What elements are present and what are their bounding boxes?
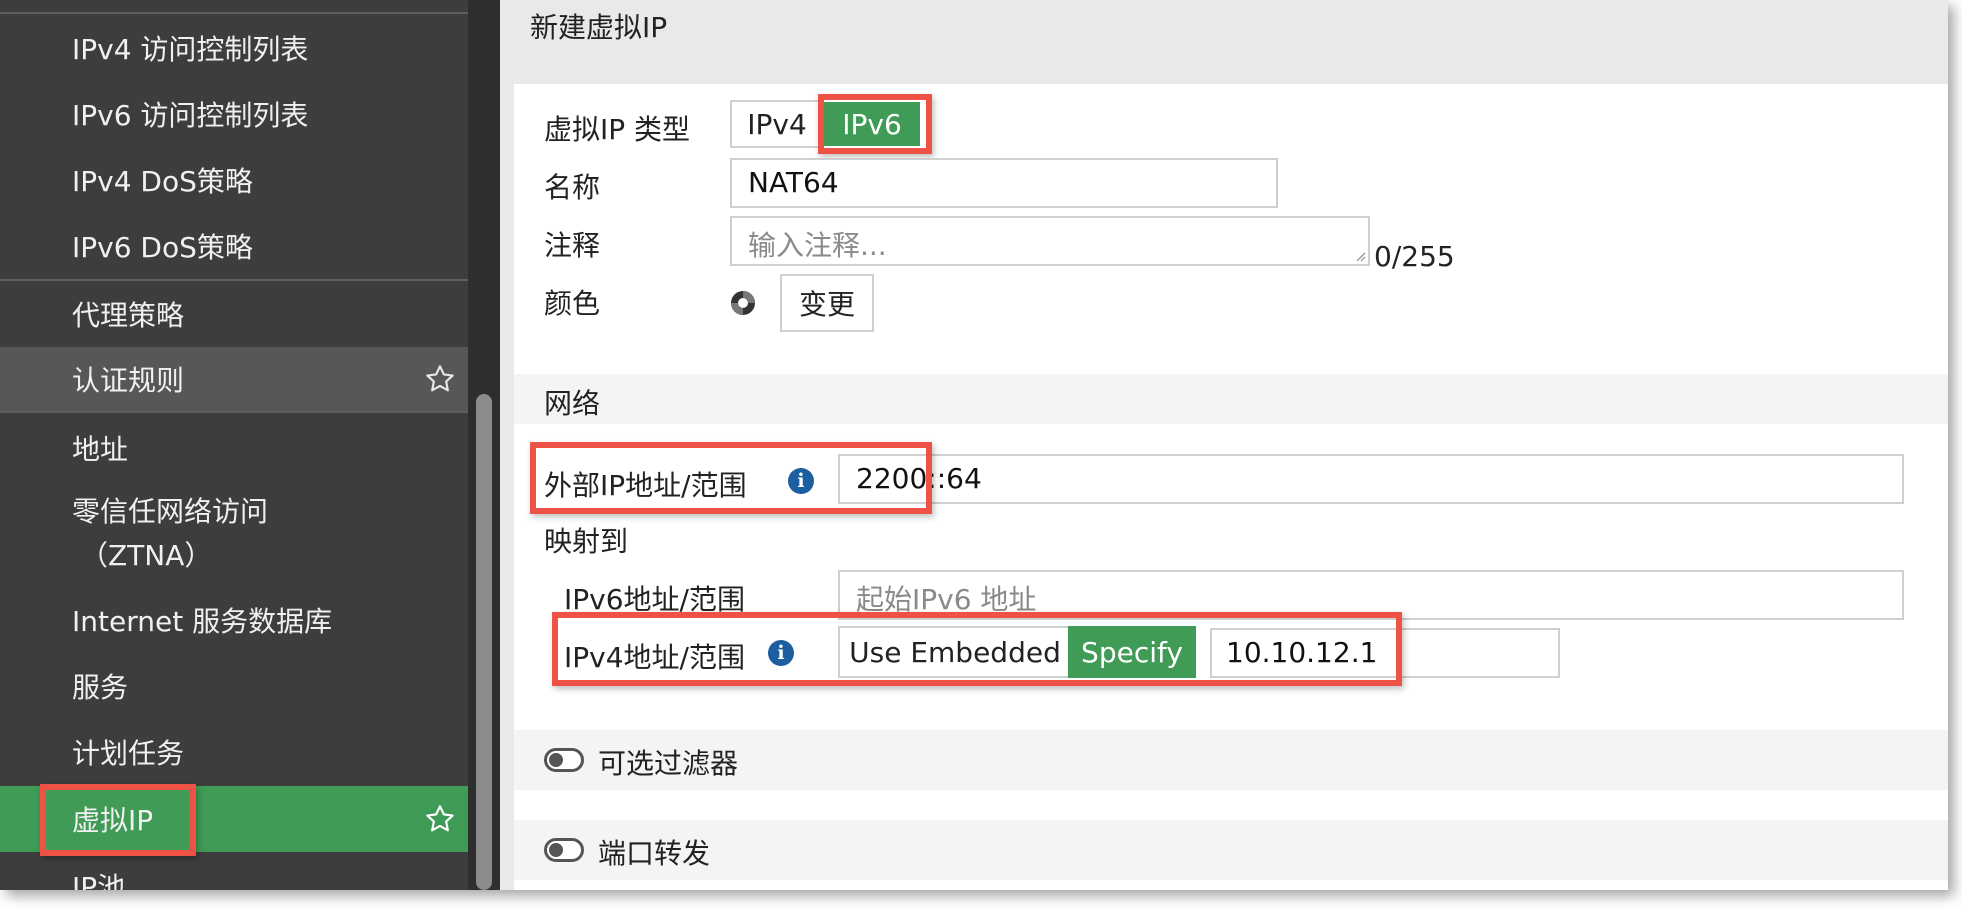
network-section-header: 网络 — [514, 374, 1948, 424]
color-label: 颜色 — [544, 287, 601, 320]
resize-handle-icon[interactable] — [1354, 250, 1366, 262]
highlight-virtual-ip — [40, 784, 196, 856]
sidebar-item-label: Internet 服务数据库 — [72, 605, 333, 638]
optional-filters-toggle[interactable] — [544, 748, 584, 772]
vip-type-ipv4-label: IPv4 — [747, 107, 807, 141]
sidebar-item-label: 服务 — [72, 671, 129, 704]
sidebar-item-internet-service-db[interactable]: Internet 服务数据库 — [0, 590, 468, 650]
form-panel: 虚拟IP 类型 IPv4 IPv6 名称 NAT64 注释 输入注释... 0/… — [514, 84, 1948, 890]
sidebar-item-label: IPv6 访问控制列表 — [72, 99, 309, 132]
sidebar-item-label: （ZTNA） — [80, 539, 213, 572]
sidebar-divider — [0, 12, 468, 14]
sidebar-item-auth-rules[interactable]: 认证规则 — [0, 347, 468, 411]
sidebar-item-ipv4-dos[interactable]: IPv4 DoS策略 — [0, 150, 468, 210]
name-field[interactable]: NAT64 — [730, 158, 1278, 208]
name-value: NAT64 — [748, 166, 839, 199]
sidebar-item-schedules[interactable]: 计划任务 — [0, 722, 468, 782]
highlight-external-ip — [530, 442, 932, 514]
port-forwarding-row: 端口转发 — [514, 820, 1948, 880]
comment-label: 注释 — [544, 229, 601, 262]
sidebar-item-ip-pools[interactable]: IP池 — [0, 858, 468, 890]
sidebar-item-proxy-policy[interactable]: 代理策略 — [0, 284, 468, 344]
external-ip-field[interactable]: 2200::64 — [838, 454, 1904, 504]
sidebar-scrollbar-thumb[interactable] — [476, 394, 492, 890]
sidebar-divider — [0, 411, 468, 413]
vip-type-label: 虚拟IP 类型 — [544, 113, 691, 146]
color-change-button-label: 变更 — [798, 288, 855, 321]
sidebar-item-ipv6-dos[interactable]: IPv6 DoS策略 — [0, 216, 468, 276]
page-title: 新建虚拟IP — [530, 11, 668, 44]
comment-textarea[interactable]: 输入注释... — [730, 216, 1370, 266]
star-icon[interactable] — [424, 363, 456, 395]
sidebar-item-ztna[interactable]: 零信任网络访问 （ZTNA） — [0, 484, 468, 580]
optional-filters-row: 可选过滤器 — [514, 730, 1948, 790]
sidebar-item-label: 零信任网络访问 — [72, 495, 269, 528]
sidebar-item-label: 认证规则 — [72, 364, 185, 397]
port-forwarding-label: 端口转发 — [598, 837, 711, 870]
network-section-title: 网络 — [544, 387, 601, 420]
sidebar-item-ipv6-acl[interactable]: IPv6 访问控制列表 — [0, 84, 468, 144]
vip-type-ipv4-option[interactable]: IPv4 — [730, 100, 822, 148]
sidebar: IPv4 访问控制列表 IPv6 访问控制列表 IPv4 DoS策略 IPv6 … — [0, 0, 468, 890]
sidebar-item-label: IPv4 访问控制列表 — [72, 33, 309, 66]
mapped-to-label: 映射到 — [544, 525, 629, 558]
sidebar-item-label: 计划任务 — [72, 737, 185, 770]
comment-placeholder: 输入注释... — [748, 229, 887, 262]
sidebar-item-address[interactable]: 地址 — [0, 418, 468, 478]
sidebar-item-label: IPv6 DoS策略 — [72, 231, 253, 264]
sidebar-item-label: 地址 — [72, 433, 129, 466]
star-icon[interactable] — [424, 803, 456, 835]
app-window: IPv4 访问控制列表 IPv6 访问控制列表 IPv4 DoS策略 IPv6 … — [0, 0, 1948, 890]
port-forwarding-toggle[interactable] — [544, 838, 584, 862]
sidebar-item-label: 代理策略 — [72, 299, 185, 332]
comment-counter: 0/255 — [1374, 240, 1455, 273]
highlight-vip-type — [818, 94, 932, 154]
sidebar-item-services[interactable]: 服务 — [0, 656, 468, 716]
sidebar-item-label: IPv4 DoS策略 — [72, 165, 253, 198]
highlight-ipv4-range — [552, 612, 1402, 686]
color-palette-icon — [731, 291, 755, 315]
name-label: 名称 — [544, 171, 601, 204]
color-change-button[interactable]: 变更 — [780, 274, 874, 332]
sidebar-item-ipv4-acl[interactable]: IPv4 访问控制列表 — [0, 18, 468, 78]
sidebar-item-label: IP池 — [72, 871, 126, 890]
optional-filters-label: 可选过滤器 — [598, 747, 739, 780]
main-content: 新建虚拟IP 虚拟IP 类型 IPv4 IPv6 名称 NAT64 注释 输入注… — [500, 0, 1948, 890]
sidebar-divider — [0, 279, 468, 281]
